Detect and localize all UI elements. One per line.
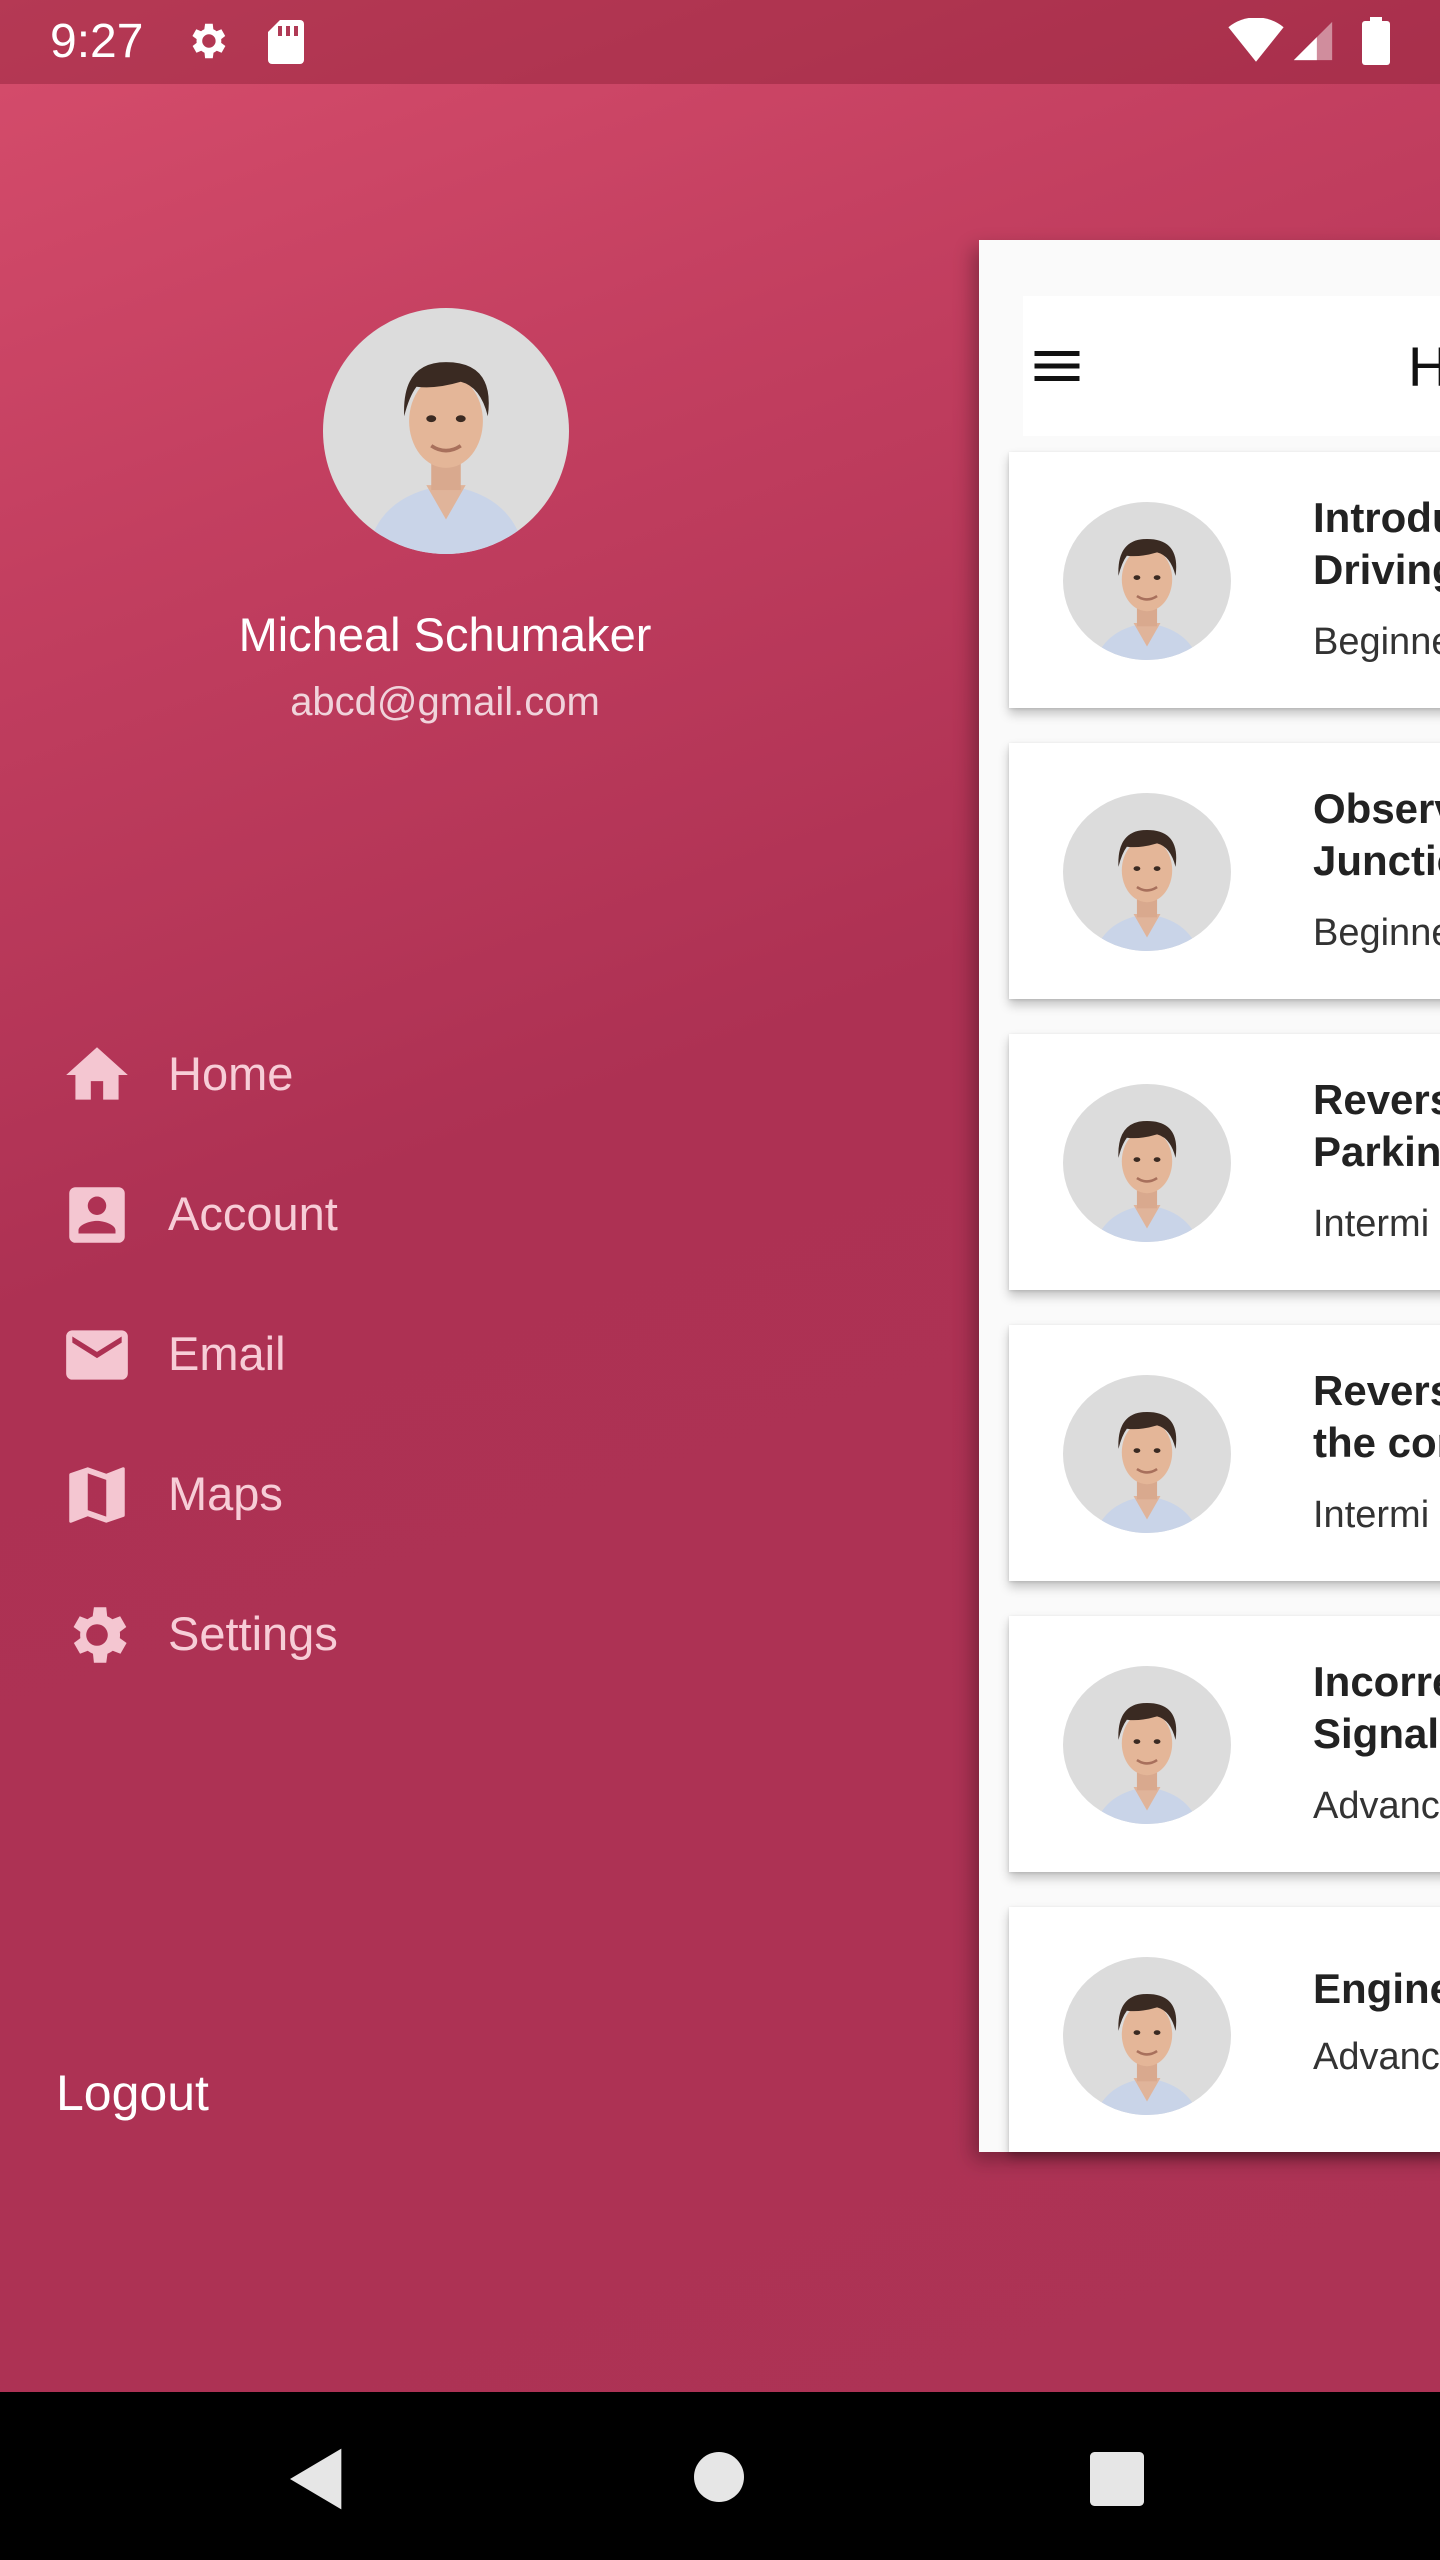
drawer-item-label: Maps [168, 1467, 283, 1520]
drawer-item-maps[interactable]: Maps [0, 1438, 800, 1548]
battery-icon [1362, 17, 1390, 65]
home-screen[interactable]: Ho Introdu Driving Beginne Observ Juncti… [979, 240, 1440, 2152]
drawer-item-email[interactable]: Email [0, 1298, 800, 1408]
lesson-avatar [1063, 1084, 1231, 1242]
lesson-title: Incorre Signal [1313, 1658, 1440, 1757]
drawer-item-home[interactable]: Home [0, 1018, 800, 1128]
status-bar: 9:27 [0, 0, 1440, 84]
email-icon [66, 1330, 128, 1380]
drawer-item-account[interactable]: Account [0, 1158, 800, 1268]
app-bar: Ho [1023, 296, 1440, 436]
lesson-card[interactable]: Incorre Signal Advanc [1009, 1616, 1440, 1872]
wifi-icon [1228, 18, 1284, 62]
settings-icon [73, 1607, 127, 1663]
back-icon[interactable] [290, 2448, 346, 2510]
lesson-avatar [1063, 1666, 1231, 1824]
profile-name: Micheal Schumaker [238, 608, 652, 661]
app-screen: 9:27 Micheal Schumaker abcd@gmail.com Ho… [0, 0, 1440, 2392]
lesson-title: Revers Parkin [1313, 1076, 1440, 1175]
navigation-bar [0, 2392, 1440, 2560]
lesson-avatar [1063, 1957, 1231, 2115]
gear-icon [192, 23, 226, 59]
lesson-level: Intermi [1313, 1494, 1430, 1536]
profile-email: abcd@gmail.com [290, 680, 600, 724]
signal-icon [1293, 21, 1333, 61]
lesson-level: Intermi [1313, 1203, 1430, 1245]
lesson-avatar [1063, 793, 1231, 951]
hamburger-menu-icon[interactable] [1027, 336, 1087, 396]
lesson-level: Advanc [1313, 2036, 1440, 2078]
lesson-level: Beginne [1313, 621, 1440, 663]
home-circle-icon[interactable] [694, 2452, 744, 2502]
lesson-card[interactable]: Revers the cor Intermi [1009, 1325, 1440, 1581]
lesson-card[interactable]: Introdu Driving Beginne [1009, 452, 1440, 708]
page-title: Ho [1408, 335, 1440, 398]
logout-button[interactable]: Logout [56, 2060, 209, 2126]
lesson-card[interactable]: Engine Advanc [1009, 1907, 1440, 2152]
lesson-level: Beginne [1313, 912, 1440, 954]
lesson-title: Observ Junctio [1313, 785, 1440, 884]
drawer-item-label: Email [168, 1327, 286, 1380]
lesson-card[interactable]: Observ Junctio Beginne [1009, 743, 1440, 999]
lesson-title: Introdu Driving [1313, 494, 1440, 593]
lesson-avatar [1063, 1375, 1231, 1533]
map-icon [69, 1467, 125, 1523]
drawer-item-label: Settings [168, 1607, 338, 1660]
recents-icon[interactable] [1090, 2452, 1144, 2506]
home-icon [66, 1047, 128, 1100]
lesson-card[interactable]: Revers Parkin Intermi [1009, 1034, 1440, 1290]
sd-card-icon [268, 20, 304, 64]
account-box-icon [69, 1187, 125, 1243]
drawer-item-label: Account [168, 1187, 338, 1240]
drawer-item-settings[interactable]: Settings [0, 1578, 800, 1688]
lesson-title: Engine [1313, 1965, 1440, 2012]
lesson-avatar [1063, 502, 1231, 660]
lesson-level: Advanc [1313, 1785, 1440, 1827]
profile-avatar[interactable] [323, 308, 569, 554]
drawer-item-label: Home [168, 1047, 294, 1100]
status-time: 9:27 [50, 15, 144, 68]
lesson-title: Revers the cor [1313, 1367, 1440, 1466]
